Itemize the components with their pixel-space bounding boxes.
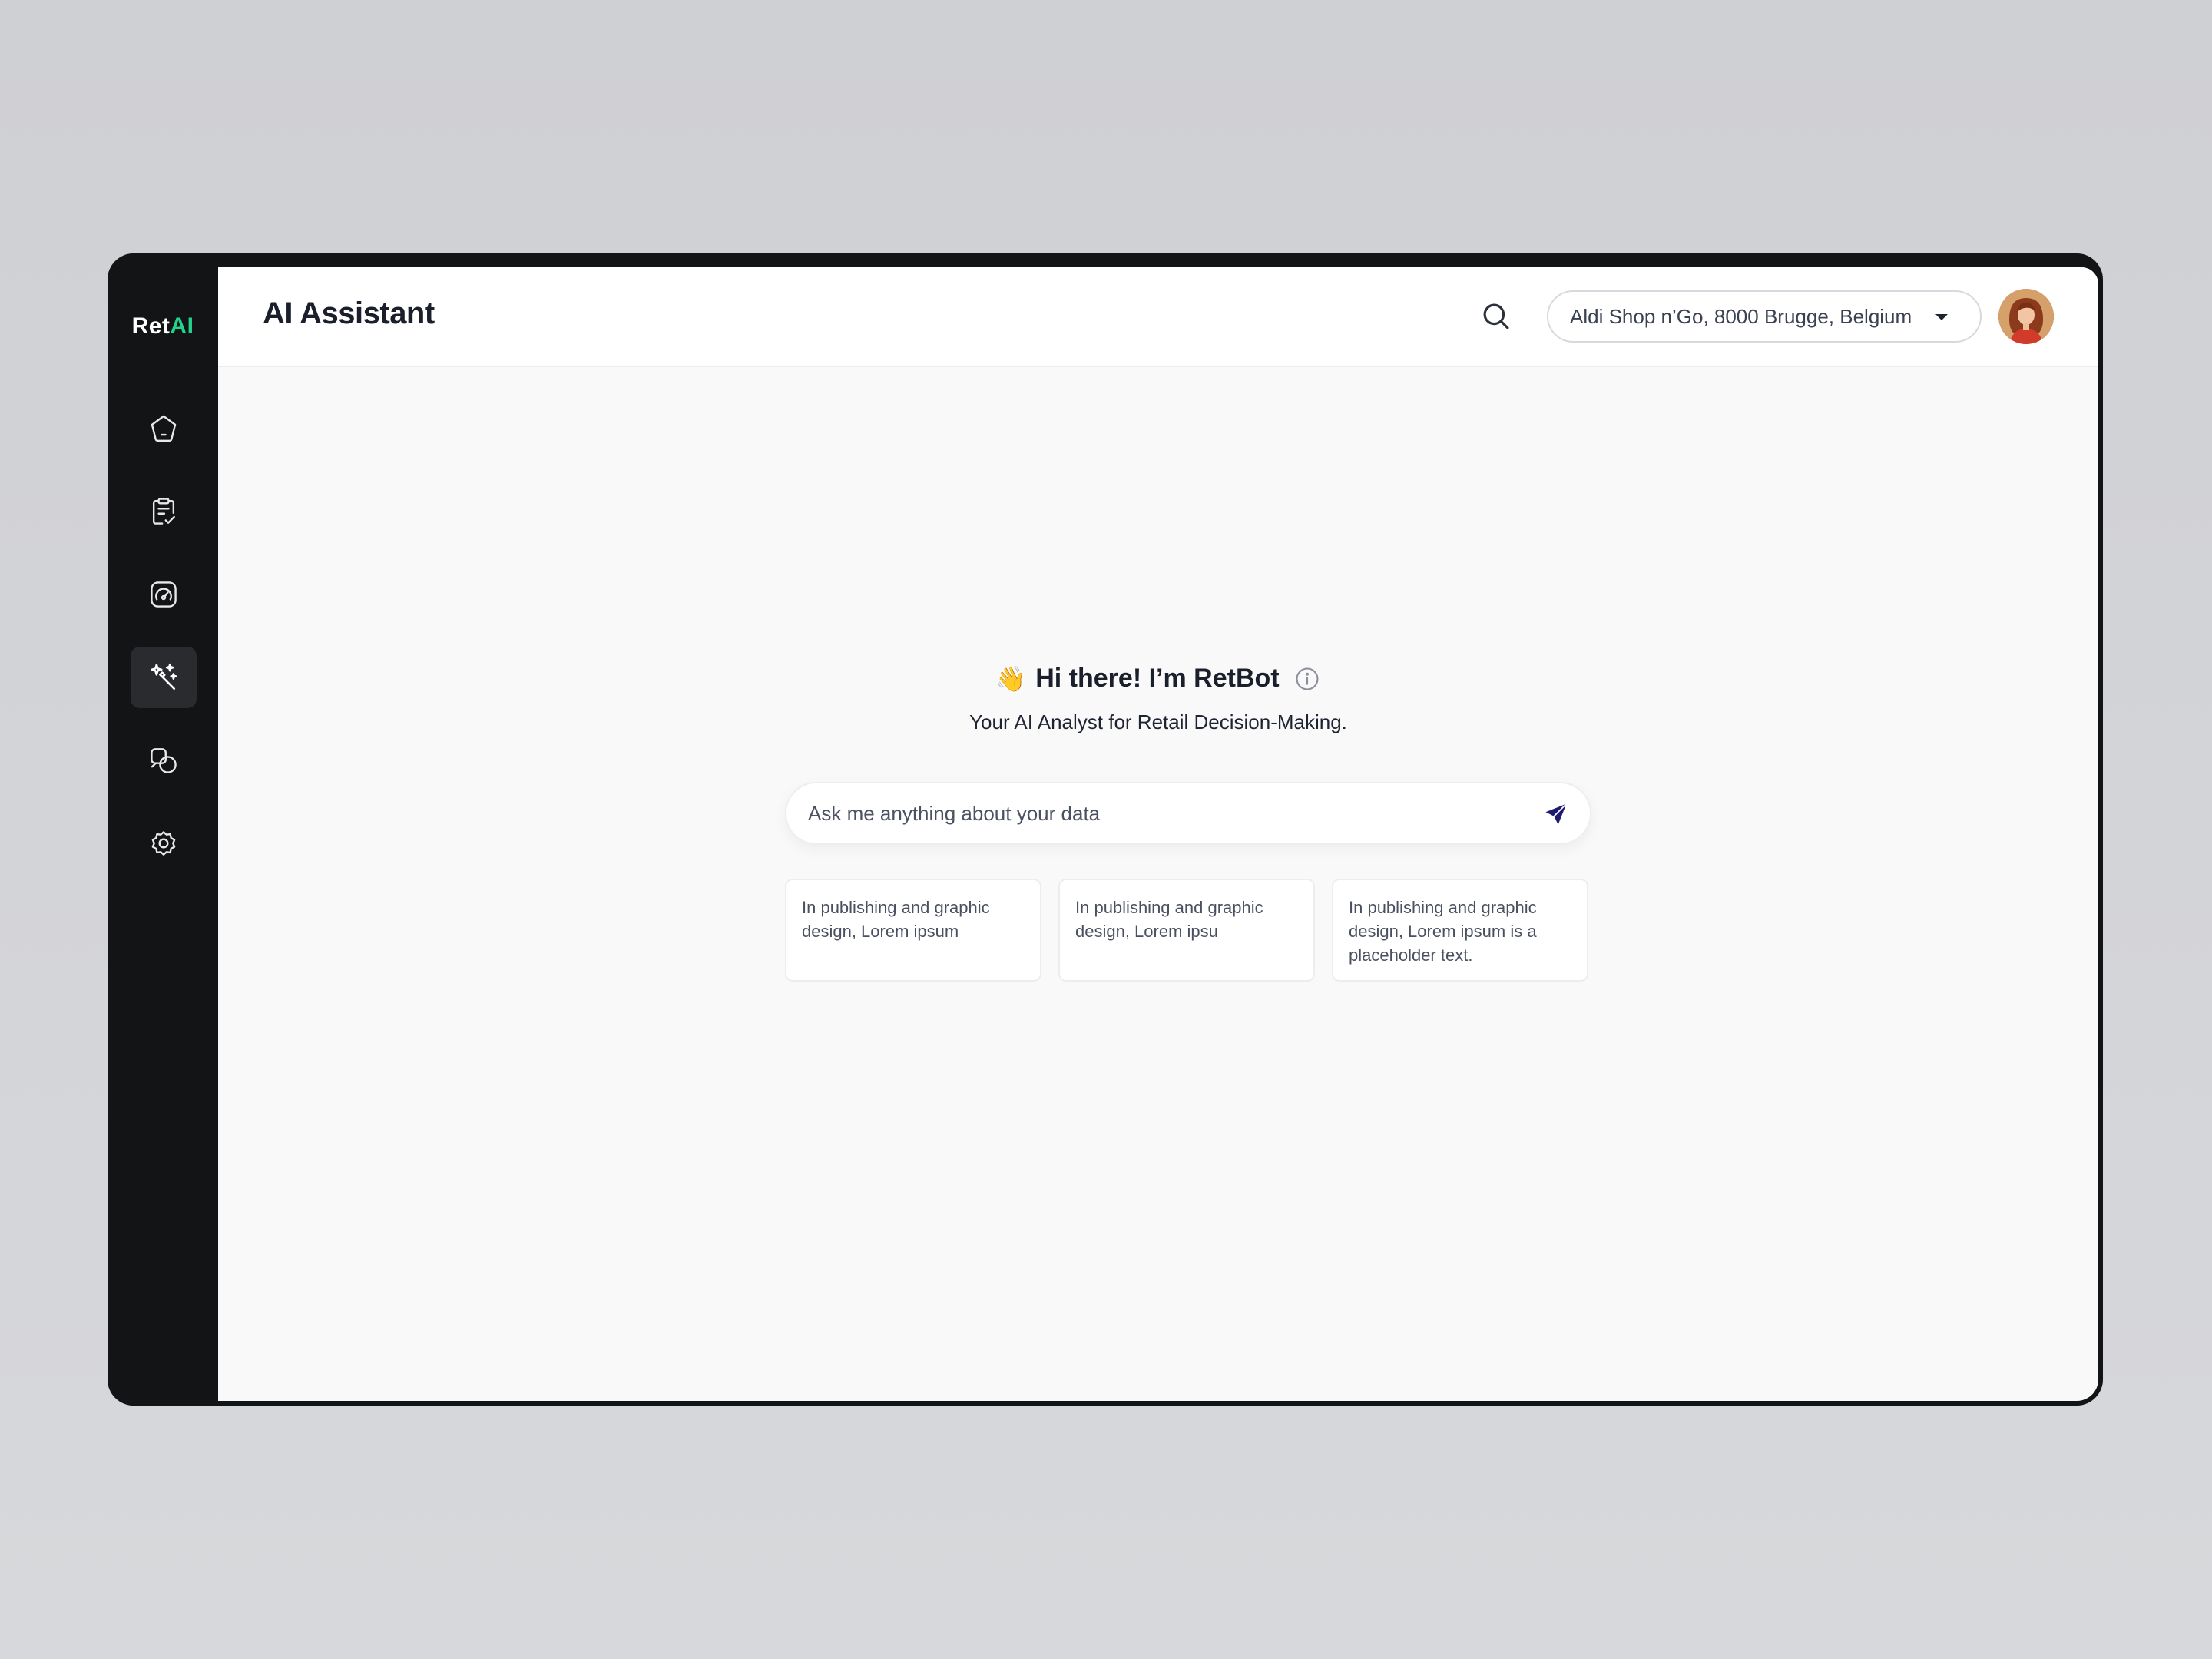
info-icon[interactable]	[1293, 665, 1321, 693]
shapes-icon	[151, 748, 177, 773]
magic-wand-icon	[151, 663, 177, 690]
logo-accent: AI	[170, 313, 194, 339]
settings-gear-icon	[151, 831, 176, 856]
ask-bar	[785, 782, 1591, 845]
sidebar-item-dashboard[interactable]	[131, 564, 197, 625]
search-button[interactable]	[1478, 298, 1515, 335]
waving-hand-emoji: 👋	[995, 664, 1027, 693]
avatar-image	[1998, 289, 2054, 344]
greeting: 👋 Hi there! I’m RetBot Your AI Analyst f…	[218, 664, 2098, 734]
suggestion-list: In publishing and graphic design, Lorem …	[785, 879, 1593, 982]
suggestion-card[interactable]: In publishing and graphic design, Lorem …	[1332, 879, 1588, 982]
top-bar: AI Assistant Aldi Shop n’Go, 8000 Brugge…	[218, 267, 2098, 367]
clipboard-check-icon	[152, 498, 175, 525]
greeting-title-row: 👋 Hi there! I’m RetBot	[995, 664, 1320, 694]
gauge-icon	[151, 581, 177, 608]
suggestion-card[interactable]: In publishing and graphic design, Lorem …	[785, 879, 1041, 982]
app-window: RetAI AI Assistant Aldi Shop n’Go, 8000 …	[108, 253, 2103, 1406]
suggestion-card[interactable]: In publishing and graphic design, Lorem …	[1058, 879, 1315, 982]
greeting-subtitle: Your AI Analyst for Retail Decision-Maki…	[969, 710, 1347, 733]
chevron-down-icon	[1936, 314, 1948, 320]
home-icon	[151, 415, 177, 442]
sidebar-item-settings[interactable]	[131, 813, 197, 874]
search-icon	[1483, 303, 1509, 329]
greeting-title: Hi there! I’m RetBot	[1035, 664, 1280, 693]
store-selector-value: Aldi Shop n’Go, 8000 Brugge, Belgium	[1570, 304, 1912, 328]
ask-input[interactable]	[808, 783, 1522, 843]
sidebar-item-home[interactable]	[131, 398, 197, 459]
page-title: AI Assistant	[263, 296, 435, 330]
send-button[interactable]	[1539, 797, 1573, 831]
app-logo: RetAI	[108, 313, 218, 339]
sidebar-item-ai-assistant[interactable]	[131, 647, 197, 708]
send-icon	[1545, 803, 1568, 825]
sidebar-item-integrations[interactable]	[131, 730, 197, 791]
store-selector[interactable]: Aldi Shop n’Go, 8000 Brugge, Belgium	[1547, 290, 1982, 343]
sidebar-item-tasks[interactable]	[131, 481, 197, 542]
logo-prefix: Ret	[131, 313, 171, 339]
main-content: AI Assistant Aldi Shop n’Go, 8000 Brugge…	[218, 267, 2098, 1401]
user-avatar[interactable]	[1998, 289, 2054, 344]
sidebar: RetAI	[108, 253, 218, 1406]
